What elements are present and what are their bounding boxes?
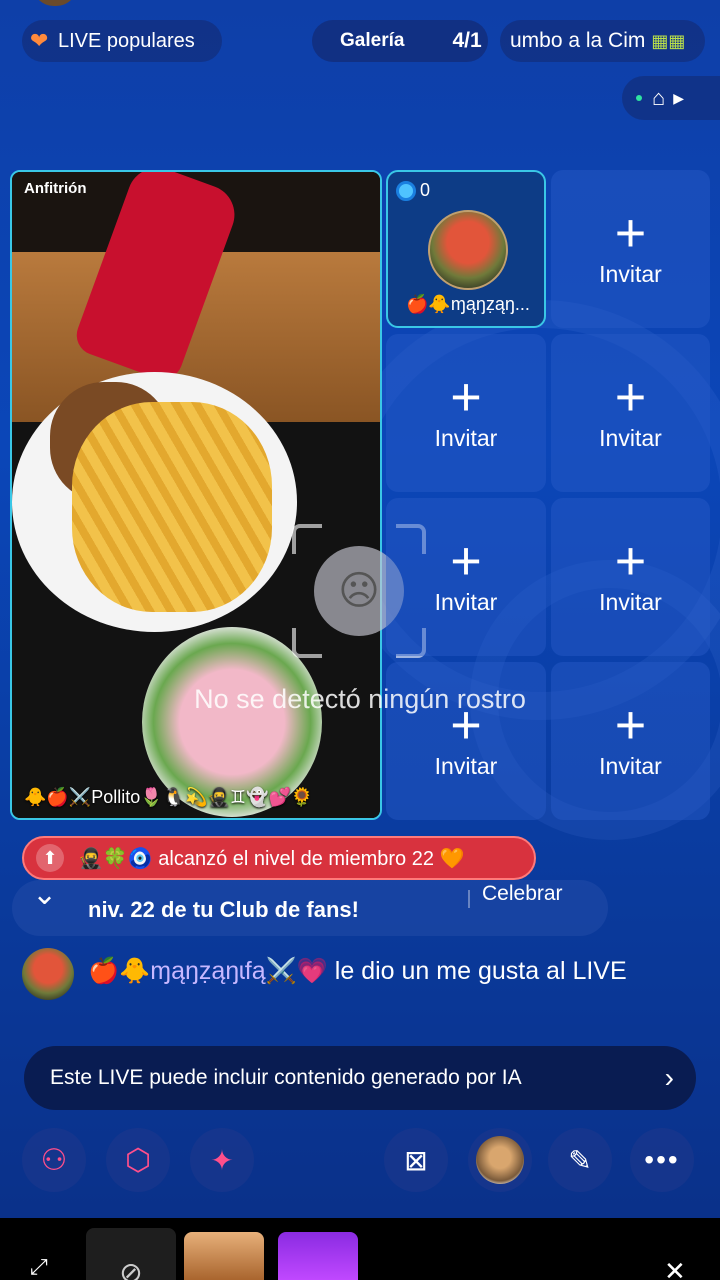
- popular-label: LIVE populares: [58, 29, 195, 52]
- thumbnail[interactable]: [184, 1232, 264, 1280]
- guest-avatar[interactable]: [428, 210, 508, 290]
- cube-icon: ⬡: [124, 1143, 152, 1177]
- more-icon: •••: [644, 1144, 680, 1175]
- fan-club-text: niv. 22 de tu Club de fans!: [88, 897, 359, 922]
- home-icon: ⌂: [652, 85, 666, 110]
- guest-score: 0: [420, 180, 431, 200]
- plus-icon: +: [614, 366, 647, 427]
- guest-seat[interactable]: 0 🍎🐥ɱąŋẓąŋ...: [386, 170, 546, 328]
- invite-slot[interactable]: + Invitar: [551, 334, 710, 492]
- chat-avatar[interactable]: [22, 948, 74, 1000]
- gallery-button[interactable]: Galería 4/1: [312, 20, 488, 62]
- avatar: [476, 1136, 524, 1184]
- plus-icon: +: [614, 530, 647, 591]
- block-button[interactable]: ⊘: [86, 1228, 176, 1280]
- gallery-label: Galería: [340, 30, 405, 51]
- invite-label: Invitar: [599, 588, 662, 615]
- profile-button[interactable]: [468, 1128, 532, 1192]
- fries: [72, 402, 272, 612]
- chevron-down-icon: ⌄: [32, 880, 58, 911]
- invite-label: Invitar: [434, 752, 498, 779]
- plus-icon: +: [614, 694, 647, 755]
- gift-icon: ▦▦: [651, 30, 686, 51]
- chat-text: le dio un me gusta al LIVE: [327, 957, 627, 985]
- level-up-icon: ⬆: [36, 844, 64, 872]
- diamond-icon: [396, 180, 416, 201]
- invite-label: Invitar: [599, 424, 662, 451]
- avatar[interactable]: [32, 0, 78, 6]
- expand-icon[interactable]: ⤢: [30, 1254, 48, 1280]
- invite-label: Invitar: [434, 424, 498, 451]
- thumbnail[interactable]: [278, 1232, 358, 1280]
- games-button[interactable]: ⊠: [384, 1128, 448, 1192]
- book-sparkle-icon: ✦: [210, 1144, 234, 1176]
- chat-username[interactable]: 🍎🐥ɱąŋẓąŋɩfą⚔️💗: [88, 957, 328, 985]
- invite-label: Invitar: [434, 588, 498, 615]
- host-name: 🐥🍎⚔️Pollito🌷🐧💫🥷♊👻💕🌻: [24, 787, 314, 807]
- ai-notice-banner[interactable]: Este LIVE puede incluir contenido genera…: [24, 1046, 696, 1110]
- plus-icon: +: [614, 202, 647, 263]
- invite-slot[interactable]: + Invitar: [551, 662, 710, 820]
- magic-wand-icon: ✎: [568, 1144, 592, 1176]
- fan-club-notification: ⌄ niv. 22 de tu Club de fans! Celebrar: [12, 880, 608, 936]
- bottom-bar: ⤢ ⊘ ✕: [0, 1218, 720, 1280]
- invite-slot[interactable]: + Invitar: [386, 334, 546, 492]
- host-video[interactable]: Anfitrión 🐥🍎⚔️Pollito🌷🐧💫🥷♊👻💕🌻: [10, 170, 382, 820]
- guest-name: 🍎🐥ɱąŋẓąŋ...: [406, 294, 530, 314]
- gallery-count: 4/1: [452, 29, 482, 52]
- level-banner: ⬆ 🥷🍀🧿 alcanzó el nivel de miembro 22 🧡: [22, 836, 536, 880]
- guests-button[interactable]: ⚇: [22, 1128, 86, 1192]
- invite-label: Invitar: [599, 752, 662, 779]
- invite-slot[interactable]: + Invitar: [386, 498, 546, 656]
- chevron-right-icon: ›: [664, 1062, 674, 1093]
- chat-message: 🍎🐥ɱąŋẓąŋɩfą⚔️💗 le dio un me gusta al LIV…: [88, 954, 688, 988]
- ticker-banner[interactable]: umbo a la Cim ▦▦: [500, 20, 705, 62]
- effects-button[interactable]: ⬡: [106, 1128, 170, 1192]
- invite-slot[interactable]: + Invitar: [551, 498, 710, 656]
- users-icon: ⚇: [40, 1143, 68, 1177]
- play-icon: ▶: [673, 89, 685, 106]
- level-banner-text: 🥷🍀🧿 alcanzó el nivel de miembro 22 🧡: [78, 847, 465, 870]
- stories-button[interactable]: ✦: [190, 1128, 254, 1192]
- magic-button[interactable]: ✎: [548, 1128, 612, 1192]
- celebrate-button[interactable]: Celebrar: [482, 882, 563, 906]
- host-label: Anfitrión: [24, 180, 87, 197]
- block-icon: ⊘: [119, 1257, 143, 1280]
- ticker-text: umbo a la Cim: [510, 29, 646, 52]
- more-button[interactable]: •••: [630, 1128, 694, 1192]
- close-icon[interactable]: ✕: [664, 1256, 686, 1280]
- face-warning-text: No se detectó ningún rostro: [194, 684, 526, 714]
- game-icon: ⊠: [404, 1144, 428, 1176]
- live-populares-button[interactable]: ❤ LIVE populares: [22, 20, 222, 62]
- invite-slot[interactable]: + Invitar: [551, 170, 710, 328]
- heart-icon: ❤: [30, 28, 49, 53]
- ai-notice-text: Este LIVE puede incluir contenido genera…: [50, 1066, 522, 1089]
- status-dot-icon: [636, 95, 642, 101]
- room-menu[interactable]: ⌂ ▶: [622, 76, 720, 120]
- plus-icon: +: [450, 366, 482, 427]
- invite-label: Invitar: [599, 260, 662, 287]
- plus-icon: +: [450, 530, 482, 591]
